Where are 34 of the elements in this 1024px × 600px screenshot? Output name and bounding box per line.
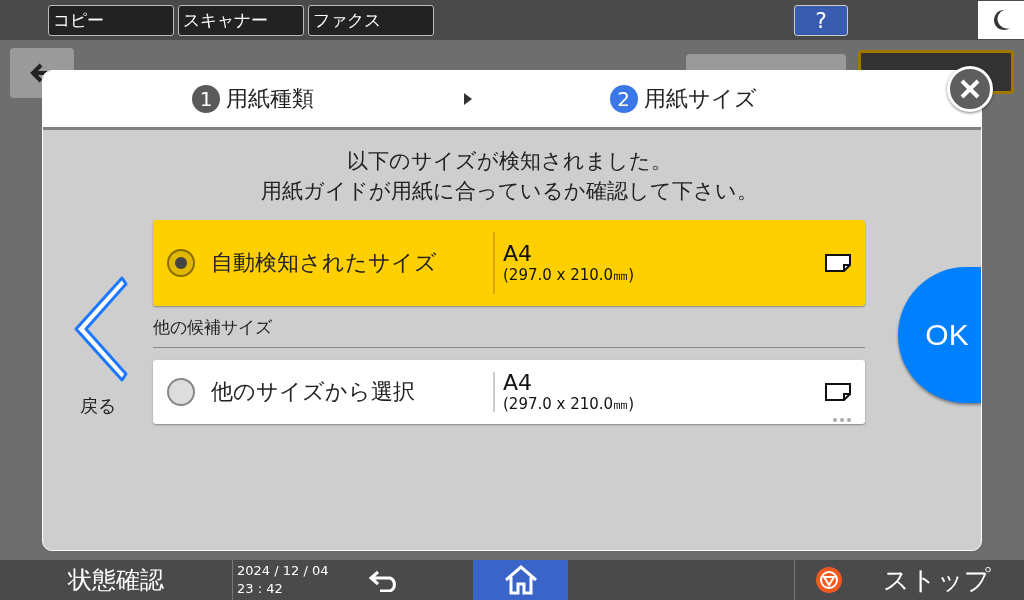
step-number: 2 <box>609 85 638 113</box>
paper-size: A4 <box>503 242 534 266</box>
paper-icon <box>825 383 851 401</box>
size-option[interactable]: 他のサイズから選択 A4 (297.0 x 210.0㎜) <box>153 360 865 424</box>
mode-tab[interactable]: スキャナー <box>178 4 304 36</box>
moon-icon[interactable] <box>978 1 1024 39</box>
step-label: 用紙サイズ <box>643 85 757 113</box>
status-check-button[interactable]: 状態確認 <box>0 560 232 600</box>
option-label: 他のサイズから選択 <box>211 378 416 406</box>
stop-button[interactable]: ストップ <box>794 560 1024 600</box>
close-icon <box>959 78 981 100</box>
section-heading: 他の候補サイズ <box>153 306 865 348</box>
mode-tab[interactable]: ファクス <box>308 4 434 36</box>
paper-dimensions: (297.0 x 210.0㎜) <box>503 395 635 413</box>
size-option[interactable]: 自動検知されたサイズ A4 (297.0 x 210.0㎜) <box>153 220 865 306</box>
message-text: 以下のサイズが検知されました。 <box>345 148 673 175</box>
step-label: 用紙種類 <box>226 85 314 113</box>
help-button[interactable]: ? <box>794 4 848 36</box>
ok-button[interactable]: OK <box>898 267 981 403</box>
mode-tab[interactable]: コピー <box>48 4 174 36</box>
step-number: 1 <box>192 85 220 113</box>
option-label: 自動検知されたサイズ <box>211 249 438 277</box>
step-arrow-icon <box>463 92 473 106</box>
radio-button[interactable] <box>167 378 195 406</box>
date-time: 2024 / 12 / 04 23 : 42 <box>232 560 337 600</box>
radio-button[interactable] <box>167 249 195 277</box>
paper-icon <box>825 254 851 272</box>
message-text: 用紙ガイドが用紙に合っているか確認して下さい。 <box>259 178 759 205</box>
paper-dimensions: (297.0 x 210.0㎜) <box>503 266 635 284</box>
stop-icon <box>815 566 843 594</box>
paper-size: A4 <box>503 371 534 395</box>
home-icon <box>503 565 538 595</box>
back-label: 戻る <box>80 394 116 418</box>
home-button[interactable] <box>473 560 568 600</box>
